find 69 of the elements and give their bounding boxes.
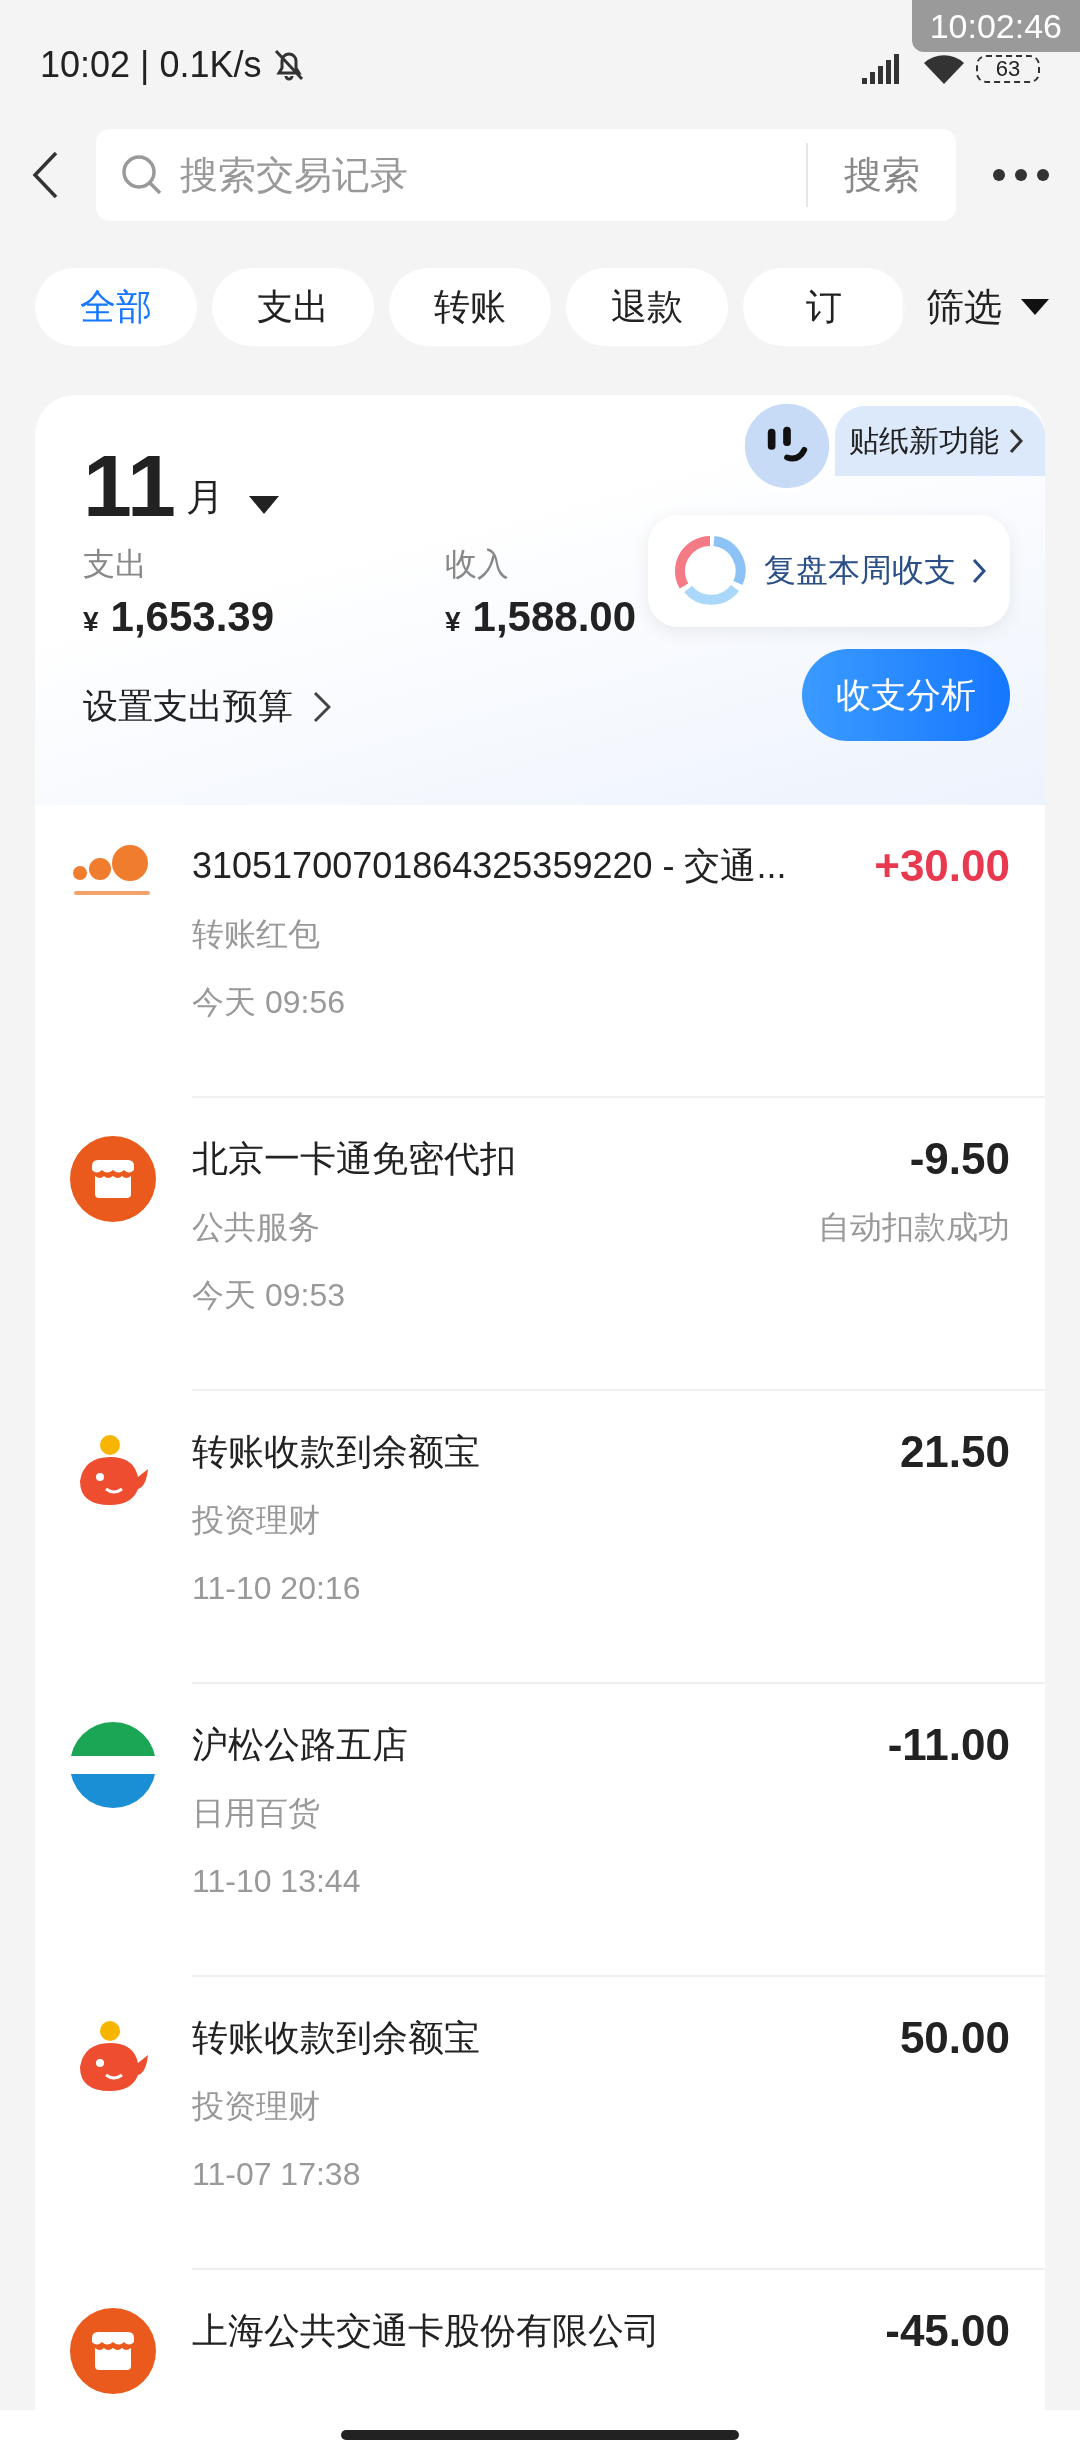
chevron-right-icon [972,558,986,584]
network-speed: 0.1K/s [159,44,262,86]
transaction-amount: -11.00 [887,1720,1010,1770]
status-divider: | [140,44,150,86]
search-field[interactable]: 搜索交易记录 搜索 [96,129,956,221]
analysis-button[interactable]: 收支分析 [802,649,1010,741]
month-picker[interactable]: 11 月 [83,443,648,529]
store-icon [70,2308,156,2394]
transaction-row[interactable]: 转账收款到余额宝 投资理财 11-10 20:16 21.50 [35,1391,1045,1684]
sticker-promo-text: 贴纸新功能 [849,422,999,459]
transaction-time: 今天 09:56 [192,983,346,1022]
transaction-row[interactable]: 31051700701864325359220 - 交通... 转账红包 今天 09:56 +30.00 [35,805,1045,1098]
transaction-category: 转账红包 [192,915,321,954]
transaction-title: 转账收款到余额宝 [192,2016,481,2060]
transaction-time: 今天 09:53 [192,1276,346,1315]
review-tooltip[interactable]: 复盘本周收支 [648,515,1010,627]
transaction-title: 北京一卡通免密代扣 [192,1137,517,1181]
filter-tab[interactable]: 订 [743,268,905,346]
month-unit: 月 [186,475,225,520]
transaction-title: 上海公共交通卡股份有限公司 [192,2309,661,2353]
month-number: 11 [83,443,177,529]
currency-symbol: ¥ [445,606,461,638]
transaction-time: 11-10 20:16 [192,1569,362,1608]
filter-tab[interactable]: 支出 [212,268,374,346]
dropdown-arrow-icon [248,495,281,515]
transaction-status: 自动扣款成功 [818,1208,1010,1247]
recording-clock: 10:02:46 [911,0,1080,52]
transaction-category: 投资理财 [192,1501,321,1540]
more-icon[interactable] [992,168,1050,182]
back-icon[interactable] [30,150,60,200]
filter-tab[interactable]: 全部 [35,268,197,346]
transaction-amount: -9.50 [909,1134,1010,1184]
expense-amount: 1,653.39 [110,593,275,641]
transaction-title: 沪松公路五店 [192,1723,409,1767]
budget-link[interactable]: 设置支出预算 [83,683,648,730]
transaction-title: 转账收款到余额宝 [192,1430,481,1474]
transaction-row[interactable]: 上海公共交通卡股份有限公司 -45.00 [35,2270,1045,2410]
store-logo-icon [70,1722,156,1808]
transaction-row[interactable]: 转账收款到余额宝 投资理财 11-07 17:38 50.00 [35,1977,1045,2270]
chevron-right-icon [313,690,331,723]
expense-label: 支出 [83,545,148,584]
transaction-amount: 50.00 [899,2013,1010,2063]
sticker-promo[interactable]: 贴纸新功能 [835,406,1045,476]
chevron-right-icon [1009,428,1023,454]
wifi-icon [922,53,966,85]
budget-link-text: 设置支出预算 [83,685,293,727]
status-time: 10:02 [40,44,131,86]
filter-tab[interactable]: 转账 [389,268,551,346]
income-amount: 1,588.00 [472,593,637,641]
transaction-category: 投资理财 [192,2087,321,2126]
filter-tab[interactable]: 退款 [566,268,728,346]
battery-level: 63 [976,55,1040,83]
transaction-amount: 21.50 [899,1427,1010,1477]
transaction-category: 日用百货 [192,1794,321,1833]
transaction-time: 11-10 13:44 [192,1862,362,1901]
store-icon [70,1136,156,1222]
transaction-row[interactable]: 沪松公路五店 日用百货 11-10 13:44 -11.00 [35,1684,1045,1977]
income-label: 收入 [445,545,510,584]
transaction-amount: +30.00 [874,841,1010,891]
search-icon [120,153,164,197]
transaction-time: 11-07 17:38 [192,2155,362,2194]
transaction-row[interactable]: 北京一卡通免密代扣 公共服务 今天 09:53 -9.50 自动扣款成功 [35,1098,1045,1391]
transaction-amount: -45.00 [885,2306,1010,2356]
review-tip-text: 复盘本周收支 [764,551,956,590]
transaction-title: 31051700701864325359220 - 交通... [192,844,788,888]
transaction-category: 公共服务 [192,1208,321,1247]
currency-symbol: ¥ [83,606,99,638]
search-button[interactable]: 搜索 [806,143,956,207]
dropdown-arrow-icon [1020,298,1050,316]
